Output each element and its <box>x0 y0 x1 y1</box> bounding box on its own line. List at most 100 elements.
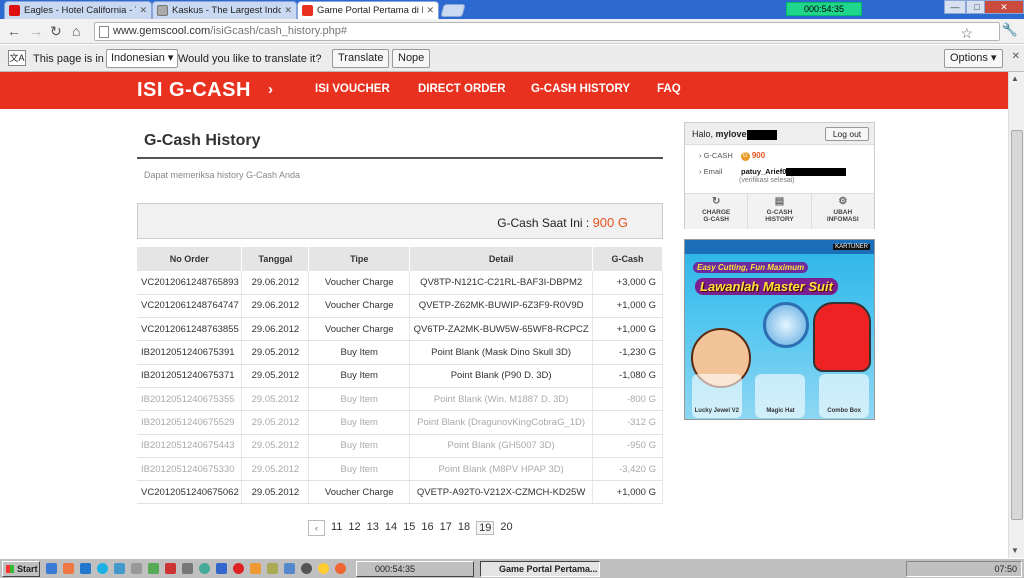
skype-icon[interactable] <box>97 563 108 574</box>
type-cell: Buy Item <box>308 340 411 365</box>
translate-bar: 文A This page is in Indonesian ▾ Would yo… <box>0 45 1024 72</box>
opera-icon[interactable] <box>233 563 244 574</box>
amount-cell: -312 G <box>592 410 663 435</box>
pagination: ‹ 11 12 13 14 15 16 17 18 19 20 <box>308 520 516 536</box>
logout-button[interactable]: Log out <box>825 127 869 141</box>
action-label: INFOMASI <box>826 216 859 223</box>
gcash-history-button[interactable]: ▤ G-CASH HISTORY <box>748 194 812 229</box>
menu-direct-order[interactable]: DIRECT ORDER <box>418 83 506 95</box>
amount-cell: -1,230 G <box>592 340 663 365</box>
user-panel-header: Halo, mylove Log out <box>685 123 874 145</box>
options-button[interactable]: Options ▾ <box>944 49 1003 68</box>
date-cell: 29.05.2012 <box>241 434 310 458</box>
language-select[interactable]: Indonesian ▾ <box>106 49 179 68</box>
type-cell: Buy Item <box>308 434 411 458</box>
tab-gemscool[interactable]: Game Portal Pertama di Indon ✕ <box>297 1 439 19</box>
quicklaunch-icon[interactable] <box>318 563 329 574</box>
start-button[interactable]: Start <box>2 561 40 577</box>
table-row: IB2012051240675355 29.05.2012 Buy Item Poin… <box>137 387 663 412</box>
page-link-11[interactable]: 11 <box>331 521 342 535</box>
type-cell: Buy Item <box>308 387 411 412</box>
page-link-16[interactable]: 16 <box>421 521 433 535</box>
forward-arrow-icon[interactable]: → <box>29 23 43 39</box>
nope-button[interactable]: Nope <box>392 49 431 68</box>
close-window-button[interactable]: ✕ <box>984 0 1024 14</box>
minimize-button[interactable]: — <box>944 0 966 14</box>
date-cell: 29.06.2012 <box>241 271 310 295</box>
page-link-17[interactable]: 17 <box>440 521 452 535</box>
taskbar-browser-window[interactable]: Game Portal Pertama... <box>480 561 600 577</box>
charge-gcash-button[interactable]: ↻ CHARGE G-CASH <box>685 194 749 229</box>
fist-icon <box>763 302 809 348</box>
page-link-18[interactable]: 18 <box>458 521 470 535</box>
taskbar-timer-window[interactable]: 000:54:35 <box>356 561 474 577</box>
kaskus-icon <box>157 5 168 16</box>
prev-page-button[interactable]: ‹ <box>308 520 325 536</box>
menu-isi-voucher[interactable]: ISI VOUCHER <box>315 83 390 95</box>
tab-title: Eagles - Hotel California - You <box>24 5 136 16</box>
translate-button[interactable]: Translate <box>332 49 390 68</box>
page-link-19[interactable]: 19 <box>476 521 495 535</box>
amount-cell: +3,000 G <box>592 271 663 295</box>
quicklaunch-icon[interactable] <box>131 563 142 574</box>
detail-cell: Point Blank (P90 D. 3D) <box>409 364 594 388</box>
quicklaunch-icon[interactable] <box>165 563 176 574</box>
bookmark-star-icon[interactable]: ☆ <box>960 25 973 42</box>
close-icon[interactable]: ✕ <box>426 5 434 16</box>
quicklaunch-icon[interactable] <box>80 563 91 574</box>
menu-faq[interactable]: FAQ <box>657 83 681 95</box>
scrollbar-thumb[interactable] <box>1011 130 1023 520</box>
quicklaunch-icon[interactable] <box>250 563 261 574</box>
back-arrow-icon[interactable]: ← <box>7 23 21 39</box>
scroll-down-icon[interactable]: ▼ <box>1011 546 1019 555</box>
close-translate-icon[interactable]: ✕ <box>1012 51 1020 62</box>
quicklaunch-icon[interactable] <box>182 563 193 574</box>
update-info-button[interactable]: ⚙ UBAH INFOMASI <box>812 194 874 229</box>
scroll-up-icon[interactable]: ▲ <box>1011 74 1019 83</box>
chrome-icon[interactable] <box>199 563 210 574</box>
page-link-14[interactable]: 14 <box>385 521 397 535</box>
quicklaunch-icon[interactable] <box>284 563 295 574</box>
quicklaunch-icon[interactable] <box>216 563 227 574</box>
order-number-cell: IB2012051240675330 <box>137 457 243 482</box>
email-status: (verifikasi selesai) <box>739 177 795 184</box>
page-title: G-Cash History <box>144 132 261 149</box>
col-header-date: Tanggal <box>241 247 310 271</box>
detail-cell: QV6TP-ZA2MK-BUW5W-65WF8-RCPCZ <box>409 317 594 342</box>
gcash-row: › G-CASH G 900 <box>699 151 766 161</box>
order-number-cell: IB2012051240675443 <box>137 434 243 458</box>
tab-kaskus[interactable]: Kaskus - The Largest Indone ✕ <box>152 1 297 19</box>
date-cell: 29.05.2012 <box>241 387 310 412</box>
close-icon[interactable]: ✕ <box>139 5 147 16</box>
type-cell: Buy Item <box>308 410 411 435</box>
new-tab-button[interactable] <box>440 4 466 17</box>
page-link-20[interactable]: 20 <box>500 521 512 535</box>
page-scrollbar[interactable]: ▲ ▼ <box>1008 72 1024 558</box>
home-icon[interactable]: ⌂ <box>72 23 80 39</box>
order-number-cell: VC2012061248765893 <box>137 271 243 295</box>
page-link-15[interactable]: 15 <box>403 521 415 535</box>
quicklaunch-icon[interactable] <box>63 563 74 574</box>
action-label: HISTORY <box>765 216 794 223</box>
brand-title[interactable]: ISI G-CASH <box>137 79 251 102</box>
date-cell: 29.06.2012 <box>241 294 310 319</box>
address-bar[interactable]: www.gemscool.com/isiGcash/cash_history.p… <box>94 22 1000 41</box>
page-icon <box>99 26 109 38</box>
promo-banner[interactable]: KARTUNER Easy Cutting, Fun Maximum Lawan… <box>684 239 875 420</box>
quicklaunch-icon[interactable] <box>148 563 159 574</box>
email-row: › Email <box>699 167 723 176</box>
reload-icon[interactable]: ↻ <box>50 23 62 39</box>
tab-title: Game Portal Pertama di Indon <box>317 5 423 16</box>
page-link-13[interactable]: 13 <box>367 521 379 535</box>
quicklaunch-icon[interactable] <box>46 563 57 574</box>
menu-gcash-history[interactable]: G-CASH HISTORY <box>531 83 630 95</box>
firefox-icon[interactable] <box>335 563 346 574</box>
quicklaunch-icon[interactable] <box>301 563 312 574</box>
tab-youtube[interactable]: Eagles - Hotel California - You ✕ <box>4 1 152 19</box>
wrench-icon[interactable]: 🔧 <box>1002 22 1018 38</box>
quicklaunch-icon[interactable] <box>114 563 125 574</box>
quicklaunch-icon[interactable] <box>267 563 278 574</box>
close-icon[interactable]: ✕ <box>284 5 292 16</box>
page-link-12[interactable]: 12 <box>348 521 360 535</box>
system-tray: 07:50 <box>906 561 1022 577</box>
